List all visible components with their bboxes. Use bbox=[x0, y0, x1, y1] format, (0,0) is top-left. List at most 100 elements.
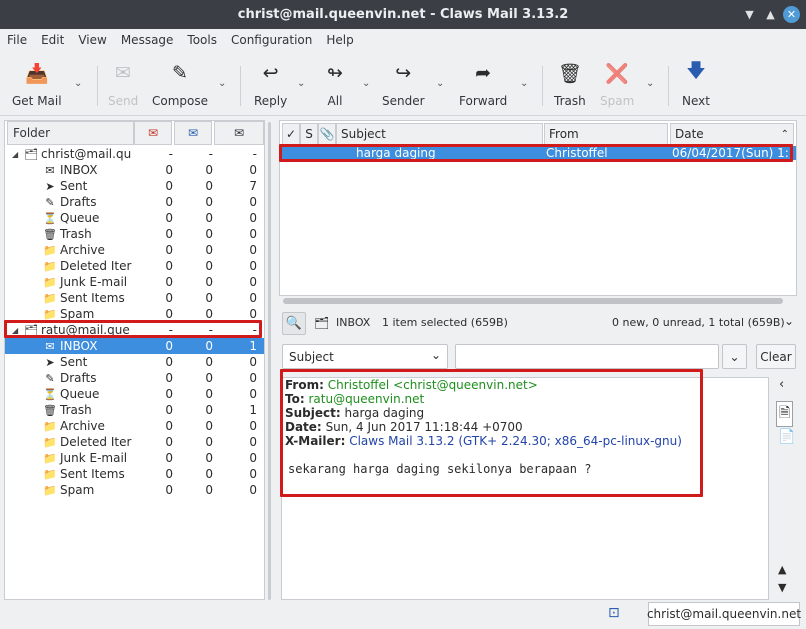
folder-row[interactable]: ✎ Drafts 0 0 0 bbox=[5, 194, 264, 210]
queue-icon: ⏳ bbox=[43, 211, 57, 225]
total-count-header[interactable]: ✉ bbox=[214, 121, 264, 145]
folder-row[interactable]: 🗑 Trash 0 0 1 bbox=[5, 402, 264, 418]
folder-row[interactable]: 🗑 Trash 0 0 0 bbox=[5, 226, 264, 242]
folder-count-c1: 0 bbox=[165, 371, 173, 385]
folder-tree[interactable]: Folder ✉ ✉ ✉ ◢ 🗂 christ@mail.qu - - - ◢ … bbox=[4, 120, 265, 600]
collapse-arrow-icon[interactable]: ◢ bbox=[12, 150, 18, 159]
folder-count-c2: 0 bbox=[205, 275, 213, 289]
folder-row[interactable]: 📁 Sent Items 0 0 0 bbox=[5, 466, 264, 482]
new-count-header[interactable]: ✉ bbox=[134, 121, 172, 145]
unread-count-header[interactable]: ✉ bbox=[174, 121, 212, 145]
get-mail-dropdown-icon[interactable]: ⌄ bbox=[74, 78, 82, 89]
collapse-left-icon[interactable]: ‹ bbox=[779, 377, 784, 392]
folder-count-c3: 0 bbox=[249, 419, 257, 433]
folder-row[interactable]: ➤ Sent 0 0 7 bbox=[5, 178, 264, 194]
horizontal-scrollbar[interactable] bbox=[283, 298, 783, 304]
folder-row[interactable]: 📁 Archive 0 0 0 bbox=[5, 418, 264, 434]
message-side-toolbar: ‹ 🗎 📄 ▲ ▼ bbox=[771, 377, 801, 600]
folder-row[interactable]: 📁 Archive 0 0 0 bbox=[5, 242, 264, 258]
compose-button[interactable]: ✎ Compose bbox=[152, 60, 208, 108]
reply-all-dropdown-icon[interactable]: ⌄ bbox=[362, 78, 370, 89]
forward-button[interactable]: ➦ Forward bbox=[459, 60, 507, 108]
online-status-icon[interactable]: ⊡ bbox=[608, 605, 620, 621]
menu-view[interactable]: View bbox=[71, 33, 113, 47]
reply-sender-button[interactable]: ↪ Sender bbox=[382, 60, 425, 108]
status-column-header[interactable]: S bbox=[300, 123, 318, 145]
trash-button[interactable]: 🗑 Trash bbox=[554, 60, 586, 109]
folder-row[interactable]: ⏳ Queue 0 0 0 bbox=[5, 386, 264, 402]
expand-chevron-icon[interactable]: ⌄ bbox=[784, 314, 794, 328]
mark-column-header[interactable]: ✓ bbox=[282, 123, 300, 145]
attachment-column-header[interactable]: 📎 bbox=[318, 123, 336, 145]
maximize-icon[interactable]: ▲ bbox=[762, 6, 779, 23]
folder-count-c1: 0 bbox=[165, 163, 173, 177]
minimize-icon[interactable]: ▼ bbox=[741, 6, 758, 23]
menu-tools[interactable]: Tools bbox=[180, 33, 224, 47]
from-column-header[interactable]: From bbox=[544, 123, 668, 145]
folder-count-c1: 0 bbox=[165, 467, 173, 481]
spam-dropdown-icon[interactable]: ⌄ bbox=[646, 78, 654, 89]
spam-button[interactable]: ❌ Spam bbox=[600, 60, 634, 109]
search-history-button[interactable]: ⌄ bbox=[722, 344, 747, 369]
compose-dropdown-icon[interactable]: ⌄ bbox=[218, 78, 226, 89]
folder-row[interactable]: 📁 Spam 0 0 0 bbox=[5, 482, 264, 498]
attachment-part-icon[interactable]: 📄 bbox=[778, 429, 795, 445]
folder-row[interactable]: 📁 Sent Items 0 0 0 bbox=[5, 290, 264, 306]
folder-row[interactable]: 📁 Junk E-mail 0 0 0 bbox=[5, 274, 264, 290]
get-mail-button[interactable]: 📥 Get Mail bbox=[12, 60, 62, 109]
close-icon[interactable]: ✕ bbox=[783, 6, 800, 23]
account-icon: 🗂 bbox=[24, 147, 38, 161]
reply-sender-dropdown-icon[interactable]: ⌄ bbox=[436, 78, 444, 89]
folder-count-c3: 0 bbox=[249, 275, 257, 289]
reply-button[interactable]: ↩ Reply bbox=[254, 60, 287, 108]
search-input[interactable] bbox=[455, 344, 719, 369]
menu-message[interactable]: Message bbox=[114, 33, 181, 47]
folder-row[interactable]: 📁 Junk E-mail 0 0 0 bbox=[5, 450, 264, 466]
menu-configuration[interactable]: Configuration bbox=[224, 33, 319, 47]
folder-row[interactable]: ✉ INBOX 0 0 1 bbox=[5, 338, 264, 354]
search-toggle-button[interactable]: 🔍 bbox=[282, 312, 306, 335]
splitter-grip bbox=[268, 122, 271, 600]
folder-row[interactable]: ✎ Drafts 0 0 0 bbox=[5, 370, 264, 386]
account-row-christ[interactable]: ◢ 🗂 christ@mail.qu - - - bbox=[5, 146, 264, 162]
folder-row[interactable]: 📁 Deleted Iter 0 0 0 bbox=[5, 434, 264, 450]
folder-count-c2: 0 bbox=[205, 419, 213, 433]
folder-count-c2: 0 bbox=[205, 211, 213, 225]
folder-count-c1: 0 bbox=[165, 243, 173, 257]
folder-column-header[interactable]: Folder bbox=[7, 121, 134, 145]
folder-count-c3: 0 bbox=[249, 163, 257, 177]
folder-label: Sent Items bbox=[60, 467, 125, 481]
text-part-icon[interactable]: 🗎 bbox=[776, 401, 794, 427]
send-button[interactable]: ✉ Send bbox=[108, 60, 138, 108]
scroll-down-icon[interactable]: ▼ bbox=[778, 581, 786, 594]
folder-count-c2: 0 bbox=[205, 307, 213, 321]
scroll-up-icon[interactable]: ▲ bbox=[778, 563, 786, 576]
unread-mail-icon: ✉ bbox=[187, 126, 199, 140]
folder-count-c1: 0 bbox=[165, 227, 173, 241]
queue-icon: ⏳ bbox=[43, 387, 57, 401]
account-selector[interactable]: christ@mail.queenvin.net bbox=[647, 602, 801, 626]
folder-row[interactable]: 📁 Deleted Iter 0 0 0 bbox=[5, 258, 264, 274]
toolbar-separator bbox=[97, 66, 98, 106]
reply-all-button[interactable]: ↬ All bbox=[322, 60, 348, 108]
menu-help[interactable]: Help bbox=[319, 33, 360, 47]
clear-search-button[interactable]: Clear bbox=[756, 344, 796, 369]
folder-row[interactable]: ➤ Sent 0 0 0 bbox=[5, 354, 264, 370]
message-scrollbar[interactable] bbox=[760, 378, 768, 599]
date-column-header[interactable]: Date ⌃ bbox=[670, 123, 794, 145]
reply-dropdown-icon[interactable]: ⌄ bbox=[297, 78, 305, 89]
folder-row[interactable]: ✉ INBOX 0 0 0 bbox=[5, 162, 264, 178]
quick-search-bar: Subject ⌄ ⌄ Clear bbox=[279, 343, 799, 371]
pane-splitter[interactable] bbox=[267, 122, 273, 600]
folder-icon: 🗂 bbox=[314, 316, 330, 330]
folder-row[interactable]: ⏳ Queue 0 0 0 bbox=[5, 210, 264, 226]
folder-count-c2: 0 bbox=[205, 291, 213, 305]
menu-file[interactable]: File bbox=[0, 33, 34, 47]
folder-count-c3: 0 bbox=[249, 451, 257, 465]
search-field-select[interactable]: Subject ⌄ bbox=[282, 344, 448, 369]
inbox-icon: ✉ bbox=[45, 339, 55, 353]
menu-edit[interactable]: Edit bbox=[34, 33, 71, 47]
forward-dropdown-icon[interactable]: ⌄ bbox=[520, 78, 528, 89]
next-button[interactable]: 🡇 Next bbox=[682, 60, 710, 108]
subject-column-header[interactable]: Subject bbox=[336, 123, 543, 145]
